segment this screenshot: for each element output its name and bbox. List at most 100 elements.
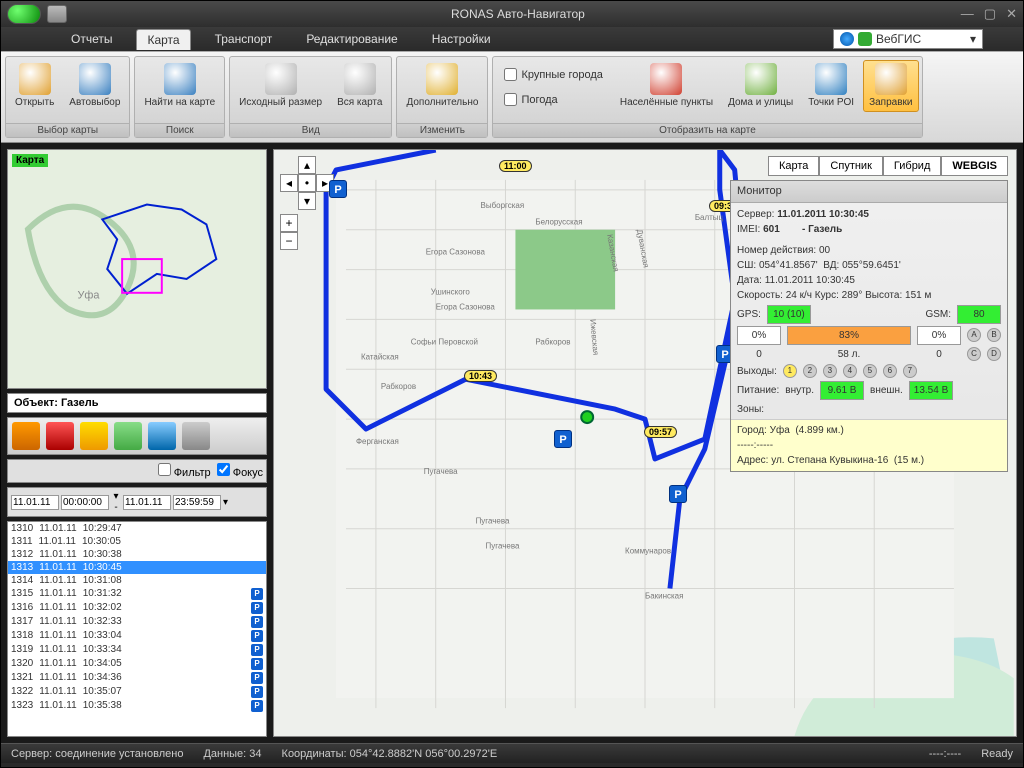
- output-2[interactable]: 2: [803, 364, 817, 378]
- maximize-button[interactable]: ▢: [984, 6, 996, 22]
- output-6[interactable]: 6: [883, 364, 897, 378]
- calendar-icon[interactable]: [46, 422, 74, 450]
- maptype-btn[interactable]: Гибрид: [883, 156, 941, 176]
- ribbon-btn[interactable]: Найти на карте: [138, 60, 221, 112]
- event-row[interactable]: 131711.01.1110:32:33P: [8, 615, 266, 629]
- map-time: 09:57: [644, 426, 677, 438]
- object-toolbar: [7, 417, 267, 455]
- svg-text:Рабкоров: Рабкоров: [381, 382, 416, 391]
- maptype-btn[interactable]: Карта: [768, 156, 819, 176]
- truck-icon[interactable]: [12, 422, 40, 450]
- pan-up[interactable]: ▴: [298, 156, 316, 174]
- clock-icon[interactable]: [148, 422, 176, 450]
- minimap-badge: Карта: [12, 154, 48, 167]
- svg-text:Уфа: Уфа: [77, 290, 100, 302]
- note-icon[interactable]: [114, 422, 142, 450]
- main-map[interactable]: ВыборгскаяБелорусская Егора СазоноваУшин…: [273, 149, 1017, 737]
- svg-text:Бакинская: Бакинская: [645, 591, 683, 600]
- map-controls: ▴ ◂•▸ ▾ + −: [280, 156, 334, 250]
- ribbon-btn[interactable]: Вся карта: [331, 60, 388, 112]
- ribbon-btn[interactable]: Дополнительно: [400, 60, 484, 112]
- zoom-in[interactable]: +: [280, 214, 298, 232]
- svg-text:Рабкоров: Рабкоров: [535, 337, 570, 346]
- sensor-c[interactable]: C: [967, 347, 981, 361]
- zoom-out[interactable]: −: [280, 232, 298, 250]
- svg-text:Балтыц: Балтыц: [695, 213, 724, 222]
- svg-text:Пугачева: Пугачева: [476, 517, 510, 526]
- event-row[interactable]: 131611.01.1110:32:02P: [8, 601, 266, 615]
- event-row[interactable]: 131811.01.1110:33:04P: [8, 629, 266, 643]
- menu-tab-4[interactable]: Настройки: [422, 29, 501, 49]
- sensor-b[interactable]: B: [987, 328, 1001, 342]
- parking-icon[interactable]: P: [554, 430, 572, 448]
- pan-left[interactable]: ◂: [280, 174, 298, 192]
- date-from-d[interactable]: [11, 495, 59, 510]
- event-row[interactable]: 131211.01.1110:30:38: [8, 548, 266, 561]
- event-row[interactable]: 131111.01.1110:30:05: [8, 535, 266, 548]
- ribbon-btn[interactable]: Открыть: [9, 60, 60, 112]
- event-row[interactable]: 131411.01.1110:31:08: [8, 574, 266, 587]
- grid-icon[interactable]: [182, 422, 210, 450]
- sensor-a[interactable]: A: [967, 328, 981, 342]
- date-from-t[interactable]: [61, 495, 109, 510]
- pan-center[interactable]: •: [298, 174, 316, 192]
- db-icon[interactable]: [47, 5, 67, 23]
- date-range: ▾ - ▾: [7, 487, 267, 517]
- ribbon-check[interactable]: Крупные города: [500, 66, 606, 83]
- ribbon-btn[interactable]: Населённые пункты: [614, 60, 719, 112]
- maptype-buttons: КартаСпутникГибридWEBGIS: [768, 156, 1008, 176]
- titlebar: RONAS Авто-Навигатор — ▢ ✕: [1, 1, 1023, 27]
- ribbon-btn[interactable]: Автовыбор: [63, 60, 126, 112]
- menu-tab-2[interactable]: Транспорт: [205, 29, 283, 49]
- sensor-d[interactable]: D: [987, 347, 1001, 361]
- svg-text:Пугачева: Пугачева: [486, 542, 520, 551]
- alert-icon[interactable]: [80, 422, 108, 450]
- menu-tab-0[interactable]: Отчеты: [61, 29, 122, 49]
- ribbon-check[interactable]: Погода: [500, 91, 606, 108]
- svg-text:Коммунаров: Коммунаров: [625, 547, 671, 556]
- menu-tab-1[interactable]: Карта: [136, 29, 190, 50]
- ribbon-btn[interactable]: Дома и улицы: [722, 60, 799, 112]
- minimize-button[interactable]: —: [961, 6, 974, 22]
- parking-icon[interactable]: P: [669, 485, 687, 503]
- logo-orb[interactable]: [7, 4, 41, 24]
- event-row[interactable]: 132211.01.1110:35:07P: [8, 685, 266, 699]
- maptype-btn[interactable]: Спутник: [819, 156, 882, 176]
- ribbon-btn[interactable]: Исходный размер: [233, 60, 328, 112]
- close-button[interactable]: ✕: [1006, 6, 1017, 22]
- window-title: RONAS Авто-Навигатор: [75, 7, 961, 21]
- map-time: 10:43: [464, 370, 497, 382]
- webgis-combo[interactable]: ВебГИС▾: [833, 29, 983, 49]
- output-3[interactable]: 3: [823, 364, 837, 378]
- output-5[interactable]: 5: [863, 364, 877, 378]
- ribbon: ОткрытьАвтовыборВыбор картыНайти на карт…: [1, 51, 1023, 143]
- date-to-t[interactable]: [173, 495, 221, 510]
- monitor-title: Монитор: [731, 181, 1007, 203]
- parking-icon[interactable]: P: [329, 180, 347, 198]
- svg-text:Катайская: Катайская: [361, 352, 399, 361]
- event-row[interactable]: 132011.01.1110:34:05P: [8, 657, 266, 671]
- event-list[interactable]: 131011.01.1110:29:47131111.01.1110:30:05…: [7, 521, 267, 737]
- output-1[interactable]: 1: [783, 364, 797, 378]
- filter-check[interactable]: Фильтр: [158, 463, 211, 479]
- event-row[interactable]: 131011.01.1110:29:47: [8, 522, 266, 535]
- maptype-btn[interactable]: WEBGIS: [941, 156, 1008, 176]
- ribbon-btn[interactable]: Заправки: [863, 60, 918, 112]
- event-row[interactable]: 131311.01.1110:30:45: [8, 561, 266, 574]
- svg-text:Егора Сазонова: Егора Сазонова: [426, 248, 486, 257]
- output-7[interactable]: 7: [903, 364, 917, 378]
- menu-tab-3[interactable]: Редактирование: [296, 29, 407, 49]
- pan-down[interactable]: ▾: [298, 192, 316, 210]
- event-row[interactable]: 131511.01.1110:31:32P: [8, 587, 266, 601]
- focus-check[interactable]: Фокус: [217, 463, 263, 479]
- minimap[interactable]: Карта Уфа: [7, 149, 267, 389]
- svg-text:Егора Сазонова: Егора Сазонова: [436, 302, 496, 311]
- date-to-d[interactable]: [123, 495, 171, 510]
- event-row[interactable]: 132111.01.1110:34:36P: [8, 671, 266, 685]
- event-row[interactable]: 132311.01.1110:35:38P: [8, 699, 266, 713]
- ribbon-btn[interactable]: Точки POI: [802, 60, 860, 112]
- output-4[interactable]: 4: [843, 364, 857, 378]
- svg-text:Пугачева: Пугачева: [424, 467, 458, 476]
- event-row[interactable]: 131911.01.1110:33:34P: [8, 643, 266, 657]
- status-coords: Координаты: 054°42.8882'N 056°00.2972'E: [282, 748, 498, 760]
